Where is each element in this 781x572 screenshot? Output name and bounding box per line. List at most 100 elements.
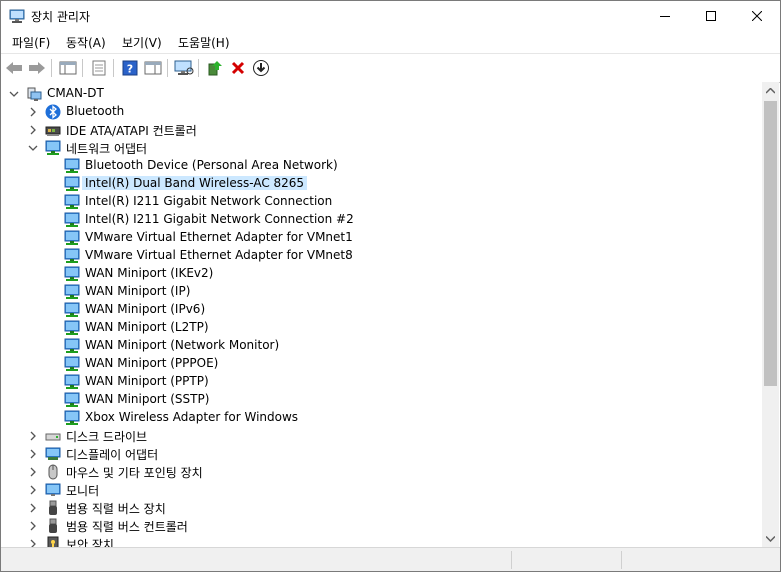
expand-toggle[interactable] [27,106,39,118]
disable-device-button[interactable] [251,58,271,78]
device-label: VMware Virtual Ethernet Adapter for VMne… [85,230,353,244]
expand-toggle[interactable] [27,502,39,514]
menu-view[interactable]: 보기(V) [122,34,162,51]
tree-category[interactable]: 디스크 드라이브 [1,427,762,445]
device-label: Intel(R) I211 Gigabit Network Connection… [85,212,354,226]
tree-device[interactable]: WAN Miniport (Network Monitor) [1,337,762,355]
menu-file[interactable]: 파일(F) [12,34,50,51]
tree-device[interactable]: Bluetooth Device (Personal Area Network) [1,157,762,175]
title-bar[interactable]: 장치 관리자 [1,1,780,31]
expand-toggle[interactable] [27,124,39,136]
close-button[interactable] [734,1,780,31]
tree-device[interactable]: Xbox Wireless Adapter for Windows [1,409,762,427]
network-adapter-icon [64,248,80,263]
scan-hardware-button[interactable] [174,58,194,78]
tree-device[interactable]: VMware Virtual Ethernet Adapter for VMne… [1,229,762,247]
tree-device[interactable]: WAN Miniport (L2TP) [1,319,762,337]
properties-button[interactable] [89,58,109,78]
tree-device[interactable]: WAN Miniport (PPPOE) [1,355,762,373]
device-label: Xbox Wireless Adapter for Windows [85,410,299,424]
device-manager-window: 장치 관리자 파일(F) 동작(A) 보기(V) 도움말(H) ? CMAN-D… [0,0,781,572]
back-button[interactable] [4,58,24,78]
tree-category[interactable]: 마우스 및 기타 포인팅 장치 [1,463,762,481]
minimize-button[interactable] [642,1,688,31]
action-pane-button[interactable] [143,58,163,78]
collapse-toggle[interactable] [27,142,39,154]
collapse-toggle[interactable] [8,88,20,100]
menu-help[interactable]: 도움말(H) [178,34,230,51]
tree-device[interactable]: WAN Miniport (IPv6) [1,301,762,319]
expand-toggle[interactable] [27,520,39,532]
expand-toggle[interactable] [27,448,39,460]
chevron-right-icon [30,521,36,531]
tree-root[interactable]: CMAN-DT [1,85,762,103]
vertical-scrollbar[interactable] [762,82,779,547]
status-bar [1,547,780,571]
tree-category[interactable]: IDE ATA/ATAPI 컨트롤러 [1,121,762,139]
tree-device[interactable]: Intel(R) I211 Gigabit Network Connection [1,193,762,211]
category-label: 모니터 [66,484,100,498]
disk-drive-icon [45,433,61,441]
tree-category[interactable]: 보안 장치 [1,535,762,547]
tree-device[interactable]: Intel(R) I211 Gigabit Network Connection… [1,211,762,229]
computer-icon [27,87,42,101]
ide-controller-icon [45,126,61,136]
device-tree[interactable]: CMAN-DT Bluetooth IDE ATA/ATAPI 컨트롤러네트워크 어… [1,82,762,547]
toolbar-separator [198,59,199,77]
network-adapter-icon [64,410,80,425]
device-label: WAN Miniport (IKEv2) [85,266,214,280]
category-label: 네트워크 어댑터 [66,142,148,156]
chevron-right-icon [30,449,36,459]
network-adapter-icon [64,212,80,227]
network-adapter-icon [64,176,80,191]
chevron-right-icon [30,107,36,117]
menu-action[interactable]: 동작(A) [66,34,106,51]
expand-toggle[interactable] [27,430,39,442]
tree-category[interactable]: 모니터 [1,481,762,499]
status-separator [511,551,512,569]
tree-device[interactable]: WAN Miniport (PPTP) [1,373,762,391]
security-device-icon [47,536,59,547]
usb-device-icon [49,500,57,515]
properties-icon [92,60,106,76]
download-arrow-icon [253,60,269,76]
show-hide-tree-button[interactable] [58,58,78,78]
device-label: Bluetooth Device (Personal Area Network) [85,158,338,172]
scrollbar-thumb[interactable] [764,101,777,386]
category-label: 디스플레이 어댑터 [66,448,159,462]
chevron-right-icon [30,539,36,547]
network-adapter-icon [64,194,80,209]
maximize-icon [706,11,716,21]
action-pane-icon [144,61,162,75]
update-driver-icon [208,61,222,76]
tree-device[interactable]: VMware Virtual Ethernet Adapter for VMne… [1,247,762,265]
help-button[interactable]: ? [120,58,140,78]
forward-button[interactable] [27,58,47,78]
tree-category[interactable]: 범용 직렬 버스 컨트롤러 [1,517,762,535]
bluetooth-icon [45,104,61,120]
scan-hardware-icon [174,60,194,75]
tree-device[interactable]: WAN Miniport (IKEv2) [1,265,762,283]
expand-toggle[interactable] [27,466,39,478]
tree-device[interactable]: WAN Miniport (SSTP) [1,391,762,409]
root-label: CMAN-DT [47,86,104,100]
tree-category[interactable]: 디스플레이 어댑터 [1,445,762,463]
chevron-right-icon [30,485,36,495]
tree-category[interactable]: 범용 직렬 버스 장치 [1,499,762,517]
device-label: WAN Miniport (IP) [85,284,191,298]
usb-controller-icon [49,518,57,533]
window-title: 장치 관리자 [31,10,91,24]
chevron-right-icon [30,431,36,441]
category-label: IDE ATA/ATAPI 컨트롤러 [66,124,197,138]
uninstall-device-button[interactable] [228,58,248,78]
expand-toggle[interactable] [27,538,39,547]
tree-device[interactable]: WAN Miniport (IP) [1,283,762,301]
category-label: Bluetooth [66,104,125,118]
update-driver-button[interactable] [205,58,225,78]
toolbar-separator [167,59,168,77]
expand-toggle[interactable] [27,484,39,496]
tree-category[interactable]: Bluetooth [1,103,762,121]
tree-category[interactable]: 네트워크 어댑터 [1,139,762,157]
maximize-button[interactable] [688,1,734,31]
tree-device[interactable]: Intel(R) Dual Band Wireless-AC 8265 [1,175,762,193]
